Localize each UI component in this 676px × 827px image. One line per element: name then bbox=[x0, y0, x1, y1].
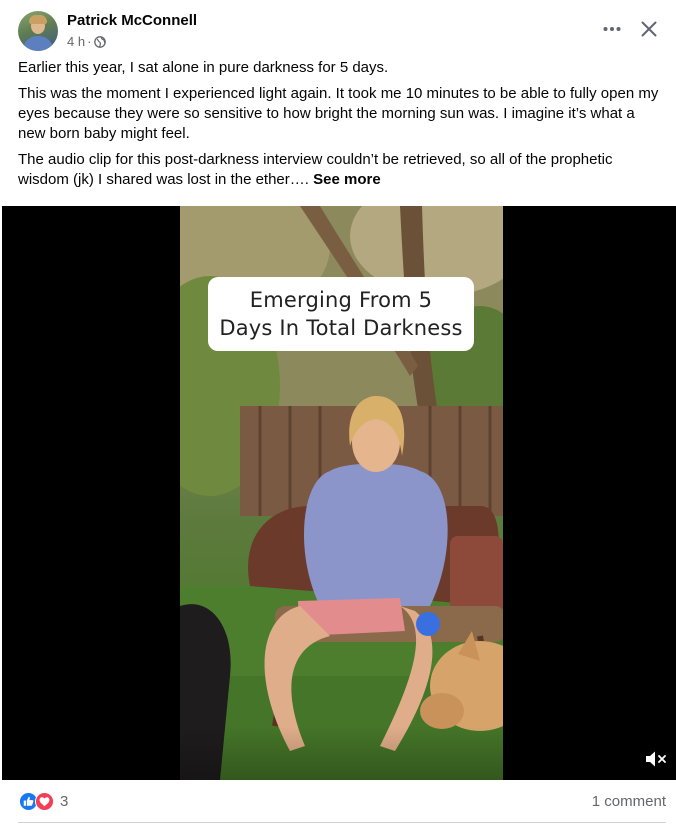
post-meta: 4 h · bbox=[67, 34, 107, 49]
love-icon bbox=[35, 792, 54, 811]
globe-icon[interactable] bbox=[94, 35, 107, 48]
post-text: Earlier this year, I sat alone in pure d… bbox=[18, 58, 662, 196]
author-name[interactable]: Patrick McConnell bbox=[67, 12, 197, 29]
close-button[interactable] bbox=[634, 14, 664, 44]
close-icon bbox=[641, 21, 657, 37]
mute-button[interactable] bbox=[642, 746, 670, 772]
avatar[interactable] bbox=[18, 11, 58, 51]
mute-icon bbox=[646, 751, 666, 767]
post-paragraph: Earlier this year, I sat alone in pure d… bbox=[18, 59, 389, 76]
video-player[interactable]: Emerging From 5 Days In Total Darkness bbox=[2, 206, 676, 780]
more-icon bbox=[603, 27, 621, 31]
post-timestamp[interactable]: 4 h bbox=[67, 34, 85, 49]
avatar-hair bbox=[29, 15, 47, 24]
video-title-overlay: Emerging From 5 Days In Total Darkness bbox=[208, 277, 474, 351]
video-title-line: Days In Total Darkness bbox=[219, 316, 463, 340]
video-frame[interactable]: Emerging From 5 Days In Total Darkness bbox=[180, 206, 503, 780]
meta-separator: · bbox=[87, 34, 92, 49]
see-more-link[interactable]: See more bbox=[313, 171, 381, 188]
reactions-summary[interactable]: 3 bbox=[19, 792, 68, 811]
more-options-button[interactable] bbox=[596, 16, 628, 42]
footer-divider bbox=[18, 822, 666, 823]
post-paragraph: This was the moment I experienced light … bbox=[18, 85, 659, 142]
post-card: Patrick McConnell 4 h · Earlier this yea… bbox=[0, 0, 676, 827]
avatar-shoulders bbox=[23, 36, 53, 51]
post-paragraph-last: The audio clip for this post-darkness in… bbox=[18, 150, 662, 190]
video-title-line: Emerging From 5 bbox=[249, 288, 433, 312]
comment-count-link[interactable]: 1 comment bbox=[592, 793, 666, 810]
post-header: Patrick McConnell 4 h · bbox=[0, 0, 676, 58]
video-controls-bar bbox=[2, 726, 676, 780]
reaction-count: 3 bbox=[60, 793, 69, 810]
